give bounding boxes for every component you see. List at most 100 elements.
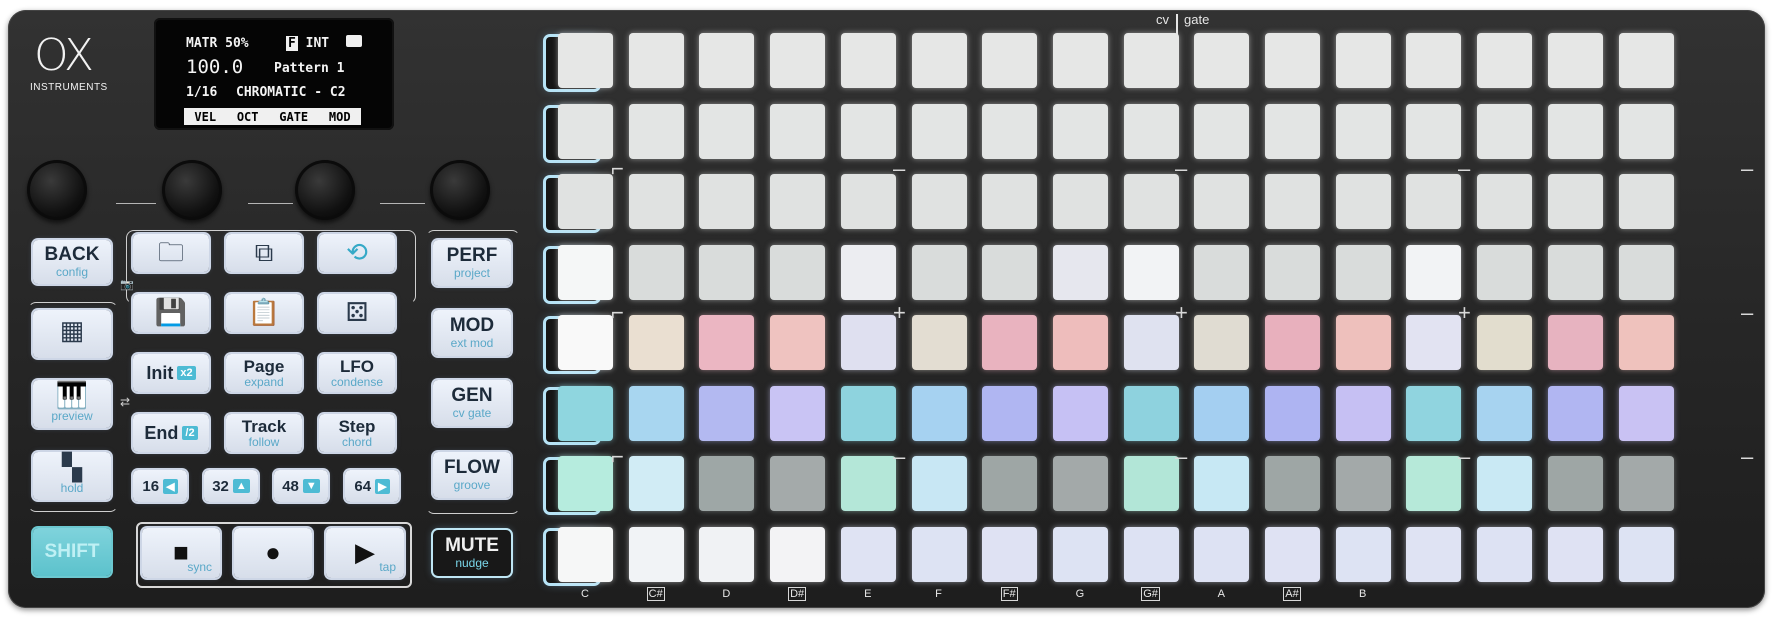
pad-r2-c14[interactable] [1477, 103, 1533, 159]
pad-r5-c8[interactable] [1052, 315, 1108, 370]
track-button[interactable]: Track follow [226, 414, 302, 452]
pad-r7-c3[interactable] [699, 456, 755, 511]
pad-r1-c8[interactable] [1052, 33, 1108, 88]
pad-r8-c2[interactable] [628, 526, 684, 582]
pad-r2-c15[interactable] [1547, 103, 1603, 159]
back-button[interactable]: BACK config [33, 240, 111, 284]
pad-r6-c10[interactable] [1194, 385, 1250, 441]
pad-r5-c3[interactable] [699, 315, 755, 370]
pad-r8-c14[interactable] [1477, 526, 1533, 582]
pad-r6-c13[interactable] [1406, 385, 1462, 441]
pad-r4-c6[interactable] [911, 244, 967, 300]
pad-r5-c14[interactable] [1477, 315, 1533, 370]
mute-button[interactable]: MUTE nudge [433, 530, 511, 576]
pad-r8-c8[interactable] [1052, 526, 1108, 582]
pad-r1-c15[interactable] [1547, 33, 1603, 88]
pad-r7-c2[interactable] [628, 456, 684, 511]
end-button[interactable]: End /2 [133, 414, 209, 452]
perf-button[interactable]: PERF project [433, 240, 511, 286]
pad-r1-c1[interactable] [558, 33, 613, 88]
pad-r6-c12[interactable] [1335, 385, 1391, 441]
pad-r6-c1[interactable] [558, 385, 613, 441]
pad-r6-c15[interactable] [1547, 385, 1603, 441]
load-button[interactable]: 🗀 [133, 234, 209, 272]
pad-r1-c13[interactable] [1406, 33, 1462, 88]
pad-r1-c16[interactable] [1618, 33, 1674, 88]
mod-button[interactable]: MOD ext mod [433, 310, 511, 356]
pad-r2-c13[interactable] [1406, 103, 1462, 159]
pad-r1-c12[interactable] [1335, 33, 1391, 88]
save-button[interactable]: 💾 [133, 294, 209, 332]
pad-r4-c9[interactable] [1123, 244, 1179, 300]
pad-r8-c12[interactable] [1335, 526, 1391, 582]
pad-r3-c12[interactable] [1335, 174, 1391, 229]
pad-r6-c8[interactable] [1052, 385, 1108, 441]
pad-r2-c16[interactable] [1618, 103, 1674, 159]
pad-r2-c3[interactable] [699, 103, 755, 159]
pad-r6-c2[interactable] [628, 385, 684, 441]
record-button[interactable]: ● [234, 528, 312, 578]
pad-r3-c7[interactable] [982, 174, 1038, 229]
play-button[interactable]: ▶ tap [326, 528, 404, 578]
pad-r4-c10[interactable] [1194, 244, 1250, 300]
pad-r5-c10[interactable] [1194, 315, 1250, 370]
pad-r8-c13[interactable] [1406, 526, 1462, 582]
arp-view-button[interactable]: ▚ hold [33, 452, 111, 500]
pad-r6-c14[interactable] [1477, 385, 1533, 441]
pad-r1-c10[interactable] [1194, 33, 1250, 88]
pad-r7-c9[interactable] [1123, 456, 1179, 511]
pad-r7-c13[interactable] [1406, 456, 1462, 511]
pad-r7-c14[interactable] [1477, 456, 1533, 511]
flow-button[interactable]: FLOW groove [433, 452, 511, 498]
pad-r5-c4[interactable] [770, 315, 826, 370]
pad-r1-c9[interactable] [1123, 33, 1179, 88]
pad-r1-c3[interactable] [699, 33, 755, 88]
pad-r1-c6[interactable] [911, 33, 967, 88]
pad-r8-c3[interactable] [699, 526, 755, 582]
pad-r3-c11[interactable] [1265, 174, 1320, 229]
pad-r4-c1[interactable] [558, 244, 613, 300]
length-64-button[interactable]: 64 ▶ [345, 470, 399, 502]
pad-r4-c3[interactable] [699, 244, 755, 300]
paste-clear-button[interactable]: 📋 [226, 294, 302, 332]
pad-r3-c15[interactable] [1547, 174, 1603, 229]
pad-r3-c14[interactable] [1477, 174, 1533, 229]
pad-r8-c7[interactable] [982, 526, 1038, 582]
pad-r5-c1[interactable] [558, 315, 613, 370]
pad-r1-c14[interactable] [1477, 33, 1533, 88]
pad-r5-c2[interactable] [628, 315, 684, 370]
init-button[interactable]: Init x2 [133, 354, 209, 392]
pad-r2-c4[interactable] [770, 103, 826, 159]
pad-r2-c11[interactable] [1265, 103, 1320, 159]
pad-r2-c9[interactable] [1123, 103, 1179, 159]
pad-r3-c9[interactable] [1123, 174, 1179, 229]
pad-r3-c1[interactable] [558, 174, 613, 229]
pad-r6-c3[interactable] [699, 385, 755, 441]
pad-r5-c16[interactable] [1618, 315, 1674, 370]
pad-r8-c5[interactable] [840, 526, 896, 582]
pad-r4-c15[interactable] [1547, 244, 1603, 300]
pad-r1-c2[interactable] [628, 33, 684, 88]
pad-r3-c6[interactable] [911, 174, 967, 229]
pad-r6-c9[interactable] [1123, 385, 1179, 441]
pad-r7-c16[interactable] [1618, 456, 1674, 511]
pad-r4-c4[interactable] [770, 244, 826, 300]
pad-r2-c8[interactable] [1052, 103, 1108, 159]
lfo-button[interactable]: LFO condense [319, 354, 395, 392]
pad-r7-c6[interactable] [911, 456, 967, 511]
encoder-knob-1[interactable] [27, 160, 87, 220]
pad-r4-c2[interactable] [628, 244, 684, 300]
page-button[interactable]: Page expand [226, 354, 302, 392]
pad-r6-c5[interactable] [840, 385, 896, 441]
pad-r1-c5[interactable] [840, 33, 896, 88]
pad-r6-c7[interactable] [982, 385, 1038, 441]
length-32-button[interactable]: 32 ▲ [204, 470, 258, 502]
pad-r6-c4[interactable] [770, 385, 826, 441]
pad-r3-c8[interactable] [1052, 174, 1108, 229]
pad-r2-c12[interactable] [1335, 103, 1391, 159]
pad-r1-c4[interactable] [770, 33, 826, 88]
undo-button[interactable]: ⟲ [319, 234, 395, 272]
pad-r5-c11[interactable] [1265, 315, 1320, 370]
pad-r8-c11[interactable] [1265, 526, 1320, 582]
pad-r6-c11[interactable] [1265, 385, 1320, 441]
